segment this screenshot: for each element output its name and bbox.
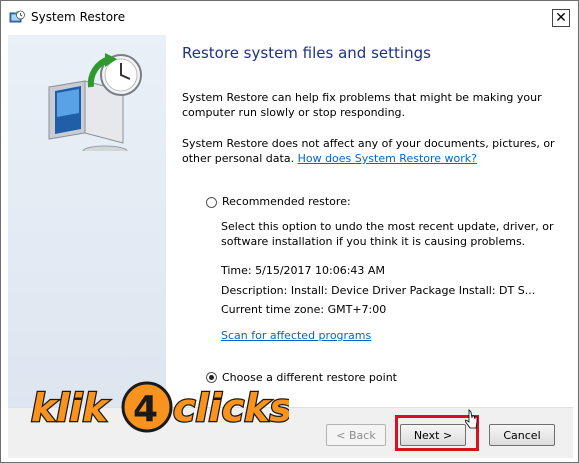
content-area: Restore system files and settings System… — [166, 35, 572, 407]
page-heading: Restore system files and settings — [182, 44, 431, 62]
watermark-logo: klik 4 clicks — [29, 377, 293, 437]
recommended-description: Select this option to undo the most rece… — [221, 220, 554, 248]
restore-description: Description: Install: Device Driver Pack… — [221, 284, 536, 297]
mouse-cursor-icon — [465, 409, 478, 429]
back-button[interactable]: < Back — [326, 424, 386, 446]
klik4clicks-logo-icon: klik 4 clicks — [30, 381, 293, 433]
scan-affected-programs-link[interactable]: Scan for affected programs — [221, 328, 371, 343]
system-restore-icon — [9, 10, 25, 23]
system-restore-window: System Restore ✕ Restore system files an… — [0, 0, 579, 463]
how-restore-works-link[interactable]: How does System Restore work? — [298, 152, 477, 165]
intro-paragraph: System Restore can help fix problems tha… — [182, 91, 542, 119]
svg-text:4: 4 — [133, 389, 158, 430]
monitor-clock-restore-icon — [48, 53, 142, 151]
svg-text:klik: klik — [31, 386, 110, 430]
info-paragraph: System Restore does not affect any of yo… — [182, 136, 562, 166]
close-button[interactable]: ✕ — [552, 9, 570, 27]
recommended-restore-label[interactable]: Recommended restore: — [222, 195, 351, 208]
restore-time: Time: 5/15/2017 10:06:43 AM — [221, 264, 385, 277]
recommended-restore-radio[interactable] — [206, 197, 217, 208]
window-title: System Restore — [31, 10, 126, 24]
left-banner — [8, 35, 166, 407]
title-bar: System Restore ✕ — [1, 1, 578, 35]
cancel-button[interactable]: Cancel — [489, 424, 555, 446]
time-zone: Current time zone: GMT+7:00 — [221, 303, 387, 316]
svg-text:clicks: clicks — [173, 386, 289, 430]
close-icon: ✕ — [555, 10, 567, 26]
